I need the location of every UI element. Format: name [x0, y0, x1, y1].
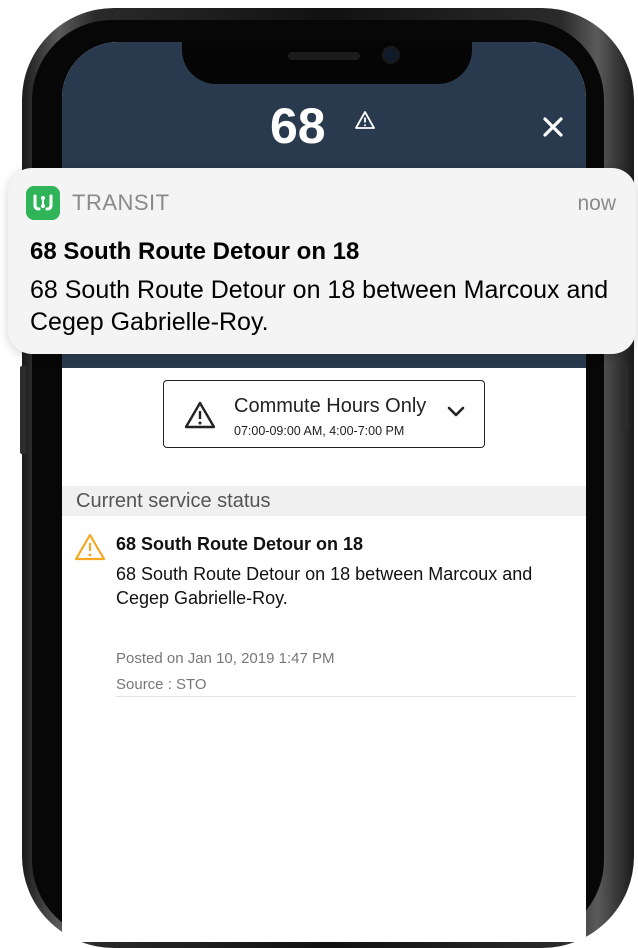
- notification-time: now: [577, 192, 616, 215]
- warning-triangle-icon: [355, 111, 375, 129]
- section-label: Current service status: [76, 490, 271, 512]
- speaker: [288, 52, 360, 60]
- alert-posted-date: Posted on Jan 10, 2019 1:47 PM: [116, 650, 335, 667]
- filter-hours: 07:00-09:00 AM, 4:00-7:00 PM: [234, 424, 405, 438]
- camera: [382, 46, 400, 64]
- transit-app-icon: [26, 186, 60, 220]
- side-button: [20, 366, 26, 454]
- close-icon: [543, 117, 563, 137]
- app-name: TRANSIT: [72, 190, 170, 215]
- alert-source: Source : STO: [116, 676, 207, 693]
- warning-triangle-icon: [184, 401, 216, 429]
- transit-logo-icon: [33, 194, 53, 211]
- notification-body: 68 South Route Detour on 18 between Marc…: [30, 276, 609, 336]
- route-number: 68: [270, 98, 326, 154]
- warning-triangle-icon: [74, 533, 106, 561]
- close-button[interactable]: [536, 112, 570, 146]
- commute-filter-dropdown[interactable]: Commute Hours Only 07:00-09:00 AM, 4:00-…: [163, 380, 485, 448]
- chevron-down-icon: [447, 406, 465, 417]
- service-status-header: Current service status: [62, 486, 586, 516]
- alert-description: 68 South Route Detour on 18 between Marc…: [116, 564, 533, 608]
- notch: [182, 42, 472, 84]
- side-button: [622, 366, 628, 430]
- divider: [116, 696, 576, 697]
- notification-banner[interactable]: TRANSIT now 68 South Route Detour on 18 …: [8, 168, 636, 354]
- filter-title: Commute Hours Only: [234, 395, 427, 417]
- alert-title: 68 South Route Detour on 18: [116, 534, 364, 554]
- notification-title: 68 South Route Detour on 18: [30, 238, 360, 265]
